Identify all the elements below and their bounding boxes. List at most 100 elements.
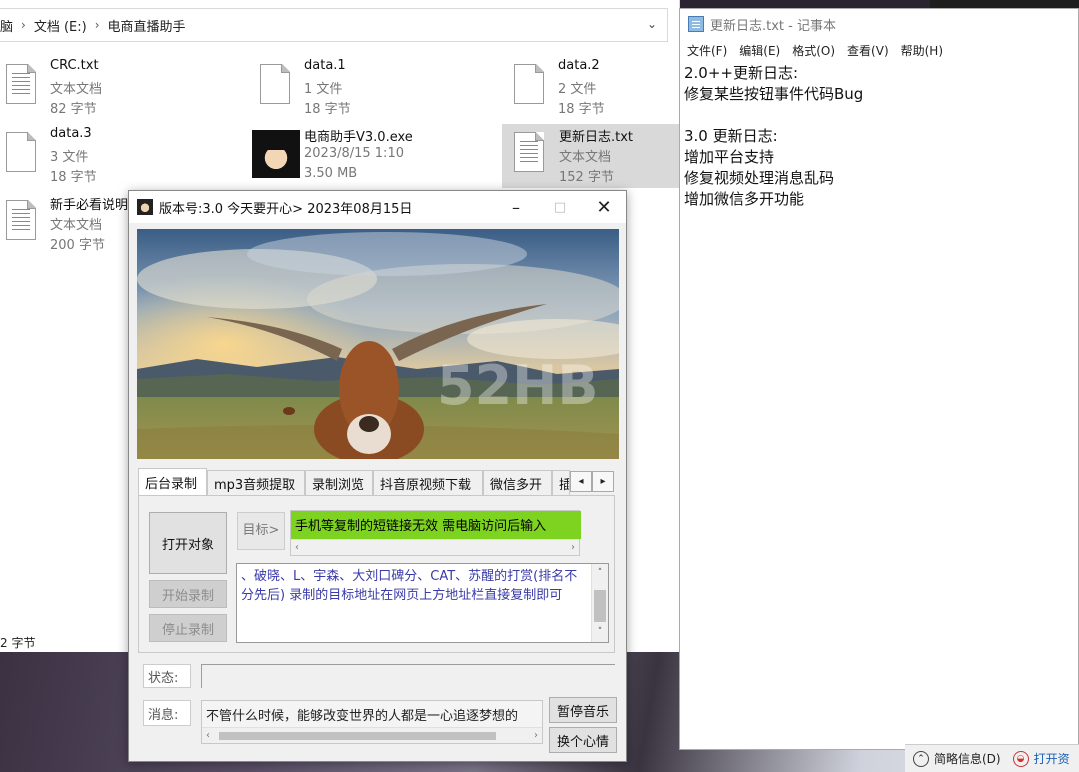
file-size: 18 字节 — [50, 170, 97, 185]
tab-background-record[interactable]: 后台录制 — [138, 468, 207, 495]
maximize-button[interactable]: □ — [538, 191, 582, 223]
tab-douyin-download[interactable]: 抖音原视频下载 — [373, 470, 483, 495]
brief-info-button[interactable]: 简略信息(D) — [934, 750, 1001, 767]
file-name: 新手必看说明 — [50, 198, 129, 213]
scroll-down-icon[interactable]: ˅ — [592, 623, 608, 642]
file-item[interactable]: data.3 3 文件 18 字节 — [0, 126, 175, 188]
tab-scroll-left-icon[interactable]: ◂ — [570, 471, 592, 492]
chevron-right-icon: › — [94, 18, 100, 32]
tab-scroll-right-icon[interactable]: ▸ — [592, 471, 614, 492]
scroll-right-icon[interactable]: › — [534, 730, 538, 741]
open-button[interactable]: 打开资 — [1034, 750, 1070, 767]
scroll-up-icon[interactable]: ˄ — [592, 564, 608, 583]
message-hscrollbar[interactable]: ‹ › — [202, 727, 542, 743]
file-item[interactable]: data.1 1 文件 18 字节 — [254, 58, 429, 120]
target-hint-text: 手机等复制的短链接无效 需电脑访问后输入 — [291, 511, 581, 539]
desktop-edge — [930, 0, 1079, 8]
stop-record-button[interactable]: 停止录制 — [149, 614, 227, 642]
file-name: data.3 — [50, 126, 92, 141]
selection-size-status: 2 字节 — [0, 636, 36, 650]
breadcrumb-item[interactable]: 文档 (E:) — [34, 16, 87, 35]
file-size: 200 字节 — [50, 238, 105, 253]
file-type: 3 文件 — [50, 150, 89, 165]
breadcrumb-item[interactable]: 脑 — [0, 16, 13, 35]
file-name: CRC.txt — [50, 58, 99, 73]
open-target-button[interactable]: 打开对象 — [149, 512, 227, 574]
menu-format[interactable]: 格式(O) — [792, 42, 835, 59]
notepad-title: 更新日志.txt - 记事本 — [710, 18, 836, 34]
menu-view[interactable]: 查看(V) — [847, 42, 889, 59]
start-record-button[interactable]: 开始录制 — [149, 580, 227, 608]
address-bar[interactable]: 脑 › 文档 (E:) › 电商直播助手 ⌄ — [0, 8, 668, 42]
chevron-down-icon[interactable]: ⌄ — [647, 17, 657, 31]
file-size: 18 字节 — [304, 102, 351, 117]
tab-mp3-extract[interactable]: mp3音频提取 — [207, 470, 305, 495]
scroll-thumb[interactable] — [219, 732, 496, 740]
close-button[interactable]: ✕ — [582, 191, 626, 223]
text-line: 增加微信多开功能 — [684, 190, 805, 208]
target-url-input[interactable]: 手机等复制的短链接无效 需电脑访问后输入 ‹ › — [290, 510, 581, 556]
file-size: 152 字节 — [559, 170, 614, 185]
app-avatar-icon — [137, 199, 153, 215]
scroll-thumb[interactable] — [594, 590, 606, 622]
notepad-icon — [688, 16, 704, 32]
pause-music-button[interactable]: 暂停音乐 — [549, 697, 617, 723]
blank-document-icon — [514, 64, 548, 108]
status-field — [201, 664, 615, 688]
status-label: 状态: — [143, 664, 191, 688]
notepad-text-area[interactable]: 2.0++更新日志: 修复某些按钮事件代码Bug 3.0 更新日志: 增加平台支… — [680, 61, 1078, 212]
file-name: 电商助手V3.0.exe — [304, 130, 413, 145]
file-type: 文本文档 — [559, 150, 612, 165]
scroll-right-icon[interactable]: › — [571, 542, 575, 553]
file-type: 1 文件 — [304, 82, 343, 97]
tab-wechat-multi[interactable]: 微信多开 — [483, 470, 552, 495]
longhorn-landscape-image: 52HB — [137, 229, 619, 459]
record-tab-panel: 打开对象 开始录制 停止录制 目标> 手机等复制的短链接无效 需电脑访问后输入 … — [138, 495, 615, 653]
notepad-window: 更新日志.txt - 记事本 文件(F) 编辑(E) 格式(O) 查看(V) 帮… — [679, 8, 1079, 750]
text-document-icon — [514, 132, 548, 176]
file-size: 82 字节 — [50, 102, 97, 117]
file-item-selected[interactable]: 更新日志.txt 文本文档 152 字节 — [502, 124, 680, 188]
credits-textarea[interactable]: 、破晓、L、宇森、大刘口碑分、CAT、苏醒的打赏(排名不分先后) 录制的目标地址… — [236, 563, 609, 643]
target-hscrollbar[interactable]: ‹ › — [291, 539, 579, 555]
breadcrumb-item[interactable]: 电商直播助手 — [108, 16, 186, 35]
file-size: 18 字节 — [558, 102, 605, 117]
text-document-icon — [6, 64, 40, 108]
message-text: 不管什么时候，能够改变世界的人都是一心追逐梦想的 — [206, 709, 519, 724]
banner-image: 52HB — [137, 229, 619, 459]
collapse-icon: ⌃ — [913, 750, 929, 767]
file-type: 文本文档 — [50, 82, 103, 97]
file-item[interactable]: data.2 2 文件 18 字节 — [508, 58, 683, 120]
menu-file[interactable]: 文件(F) — [687, 42, 727, 59]
text-document-icon — [6, 200, 40, 244]
scroll-left-icon[interactable]: ‹ — [295, 542, 299, 553]
minimize-button[interactable]: – — [494, 191, 538, 223]
scroll-left-icon[interactable]: ‹ — [206, 730, 210, 741]
file-item[interactable]: 电商助手V3.0.exe 2023/8/15 1:10 3.50 MB — [250, 126, 425, 188]
file-item[interactable]: CRC.txt 文本文档 82 字节 — [0, 58, 175, 120]
blank-document-icon — [6, 132, 40, 176]
app-window: 版本号:3.0 今天要开心> 2023年08月15日 – □ ✕ 52HB 后台… — [128, 190, 627, 762]
blank-document-icon — [260, 64, 294, 108]
file-name: data.2 — [558, 58, 600, 73]
menu-edit[interactable]: 编辑(E) — [739, 42, 780, 59]
text-line: 修复视频处理消息乱码 — [684, 169, 835, 187]
notepad-menubar: 文件(F) 编辑(E) 格式(O) 查看(V) 帮助(H) — [680, 39, 1078, 61]
text-line: 增加平台支持 — [684, 148, 775, 166]
tab-plugin[interactable]: 插 — [552, 470, 570, 495]
notepad-titlebar[interactable]: 更新日志.txt - 记事本 — [680, 9, 1078, 39]
watermark-text: 52HB — [437, 354, 599, 417]
menu-help[interactable]: 帮助(H) — [901, 42, 943, 59]
text-line: 2.0++更新日志: — [684, 64, 799, 82]
app-title: 版本号:3.0 今天要开心> 2023年08月15日 — [159, 201, 413, 217]
message-label: 消息: — [143, 700, 191, 726]
credits-vscrollbar[interactable]: ˄ ˅ — [591, 564, 608, 642]
text-line: 3.0 更新日志: — [684, 127, 778, 145]
dialog-footer: ⌃ 简略信息(D) ◒ 打开资 — [905, 744, 1079, 772]
message-field[interactable]: 不管什么时候，能够改变世界的人都是一心追逐梦想的 ‹ › — [201, 700, 543, 744]
change-mood-button[interactable]: 换个心情 — [549, 727, 617, 753]
file-date: 2023/8/15 1:10 — [304, 146, 404, 161]
target-label: 目标> — [237, 512, 285, 550]
tab-record-browse[interactable]: 录制浏览 — [305, 470, 373, 495]
shield-icon: ◒ — [1012, 750, 1029, 767]
